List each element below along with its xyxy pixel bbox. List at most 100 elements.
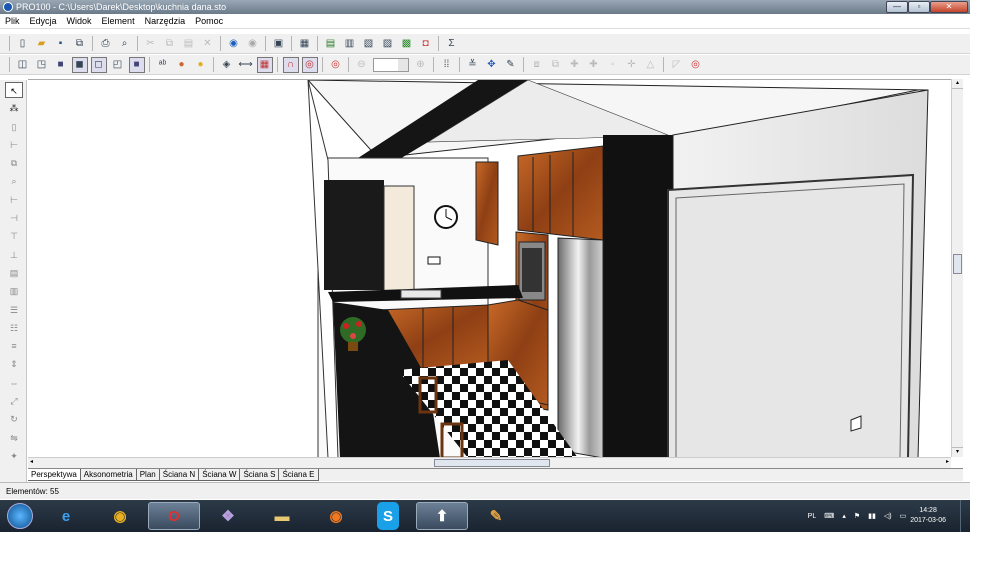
tool-distribute-v-icon[interactable]: ☷ <box>5 320 23 336</box>
chrome-icon[interactable]: ◉ <box>94 502 146 530</box>
tool-align-bottom-icon[interactable]: ⊥ <box>5 247 23 263</box>
tab-wall-w[interactable]: Ściana W <box>199 469 241 481</box>
tool-stack-icon[interactable]: ▥ <box>5 283 23 299</box>
vertical-scroll-thumb[interactable] <box>953 254 962 274</box>
magnet-icon[interactable]: ∩ <box>282 56 299 73</box>
copy-icon[interactable]: ⧉ <box>162 36 178 52</box>
triangle-icon[interactable]: △ <box>643 57 659 73</box>
tool-height-icon[interactable]: ⇕ <box>5 356 23 372</box>
view-texture-icon[interactable]: ■ <box>128 56 145 73</box>
door-icon[interactable]: ◳ <box>34 57 50 73</box>
palette-icon[interactable]: ● <box>174 57 190 73</box>
save-icon[interactable]: ▪ <box>53 36 69 52</box>
close-button[interactable]: ✕ <box>930 1 968 13</box>
pan-icon[interactable]: ✛ <box>624 57 640 73</box>
scroll-left-icon[interactable]: ◂ <box>30 458 33 465</box>
dimension-icon[interactable]: ⟷ <box>238 57 254 73</box>
file-explorer-icon[interactable]: ▬ <box>256 502 308 530</box>
undo-icon[interactable]: ◉ <box>226 36 242 52</box>
horizontal-scrollbar[interactable]: ◂ ▸ <box>28 457 951 468</box>
scroll-up-icon[interactable]: ▴ <box>952 79 963 89</box>
tab-perspective[interactable]: Perspektywa <box>28 469 81 481</box>
catalog-icon[interactable]: ▣ <box>271 36 287 52</box>
menu-edit[interactable]: Edycja <box>25 16 62 26</box>
settings-icon[interactable]: ◘ <box>418 36 434 52</box>
open-folder-icon[interactable]: ▰ <box>34 36 50 52</box>
zoom-out-icon[interactable]: ⊖ <box>354 57 370 73</box>
rotate-target-icon[interactable]: ◎ <box>688 57 704 73</box>
snap-icon[interactable]: ◈ <box>219 57 235 73</box>
keyboard-icon[interactable]: ⌨ <box>824 512 834 520</box>
zoom-in-icon[interactable]: ⊕ <box>413 57 429 73</box>
menu-element[interactable]: Element <box>97 16 140 26</box>
scroll-right-icon[interactable]: ▸ <box>946 458 949 465</box>
sum-icon[interactable]: Σ <box>444 36 460 52</box>
cut-icon[interactable]: ✂ <box>143 36 159 52</box>
center-icon[interactable]: ◦ <box>605 57 621 73</box>
brush-icon[interactable]: ✎ <box>503 57 519 73</box>
tray-expand-icon[interactable]: ▴ <box>842 512 846 520</box>
target-icon[interactable]: ◎ <box>328 57 344 73</box>
tool-distribute-icon[interactable]: ☰ <box>5 302 23 318</box>
wall-icon[interactable]: ◫ <box>15 57 31 73</box>
import-icon[interactable]: ▨ <box>380 36 396 52</box>
ungroup-icon[interactable]: ⧉ <box>548 57 564 73</box>
start-button[interactable] <box>2 501 38 531</box>
properties-icon[interactable]: ⧉ <box>72 36 88 52</box>
tab-plan[interactable]: Plan <box>136 469 160 481</box>
network-icon[interactable]: ▮▮ <box>868 512 876 520</box>
tool-width-icon[interactable]: ⇔ <box>5 375 23 391</box>
flag-icon[interactable]: ⚑ <box>854 512 860 520</box>
perspective-viewport[interactable] <box>28 79 951 457</box>
tool-align-top-icon[interactable]: ⊤ <box>5 228 23 244</box>
view-shade-icon[interactable]: ◰ <box>110 57 126 73</box>
list-view-icon[interactable]: ▤ <box>323 36 339 52</box>
horizontal-scroll-thumb[interactable] <box>434 459 550 467</box>
tab-wall-s[interactable]: Ściana S <box>240 469 280 481</box>
show-desktop-button[interactable] <box>960 500 970 532</box>
align-icon[interactable]: ≚ <box>465 57 481 73</box>
vertical-scrollbar[interactable]: ▴ ▾ <box>951 79 963 457</box>
tool-mirror-icon[interactable]: ⇋ <box>5 430 23 446</box>
tool-misc-icon[interactable]: ✦ <box>5 448 23 464</box>
pointer-icon[interactable]: ↖ <box>5 82 23 98</box>
paste-icon[interactable]: ▤ <box>181 36 197 52</box>
dots-grid-icon[interactable]: ⁞⁞ <box>439 57 455 73</box>
maximize-button[interactable]: ▫ <box>908 1 930 13</box>
tool-align-left-icon[interactable]: ⊢ <box>5 192 23 208</box>
tool-layers-icon[interactable]: ▤ <box>5 265 23 281</box>
light-bulb-icon[interactable]: ● <box>193 57 209 73</box>
opera-icon[interactable]: O <box>148 502 200 530</box>
menu-tools[interactable]: Narzędzia <box>140 16 191 26</box>
volume-icon[interactable]: ◁) <box>884 512 892 520</box>
view-wire-icon[interactable]: ◻ <box>90 56 107 73</box>
language-indicator[interactable]: PL <box>808 513 817 520</box>
select-all-icon[interactable]: ⁂ <box>5 100 23 116</box>
tool-page-icon[interactable]: ▯ <box>5 119 23 135</box>
flip-icon[interactable]: ◸ <box>669 57 685 73</box>
export-icon[interactable]: ▧ <box>361 36 377 52</box>
report-icon[interactable]: ▥ <box>342 36 358 52</box>
photo-viewer-icon[interactable]: ❖ <box>202 502 254 530</box>
menu-file[interactable]: Plik <box>0 16 25 26</box>
zoom-select[interactable] <box>373 57 409 72</box>
internet-explorer-icon[interactable]: e <box>40 502 92 530</box>
up-icon[interactable]: ✚ <box>567 57 583 73</box>
power-icon[interactable]: ▭ <box>900 512 907 520</box>
down-icon[interactable]: ✚ <box>586 57 602 73</box>
element-properties-icon[interactable]: ▦ <box>297 36 313 52</box>
tool-copy-icon[interactable]: ⧉ <box>5 155 23 171</box>
render-icon[interactable]: ▩ <box>399 36 415 52</box>
print-icon[interactable]: ⎙ <box>98 36 114 52</box>
skype-icon[interactable]: S <box>377 502 399 530</box>
tool-rotate-icon[interactable]: ↻ <box>5 411 23 427</box>
labels-icon[interactable]: ᵃᵇ <box>155 57 171 73</box>
scroll-down-icon[interactable]: ▾ <box>952 447 963 457</box>
pro100-taskbar-icon[interactable]: ⬆ <box>416 502 468 530</box>
new-file-icon[interactable]: ▯ <box>15 36 31 52</box>
tool-measure-icon[interactable]: ⊢ <box>5 137 23 153</box>
delete-icon[interactable]: ✕ <box>200 36 216 52</box>
firefox-icon[interactable]: ◉ <box>310 502 362 530</box>
minimize-button[interactable]: — <box>886 1 908 13</box>
group-icon[interactable]: ⧈ <box>529 57 545 73</box>
